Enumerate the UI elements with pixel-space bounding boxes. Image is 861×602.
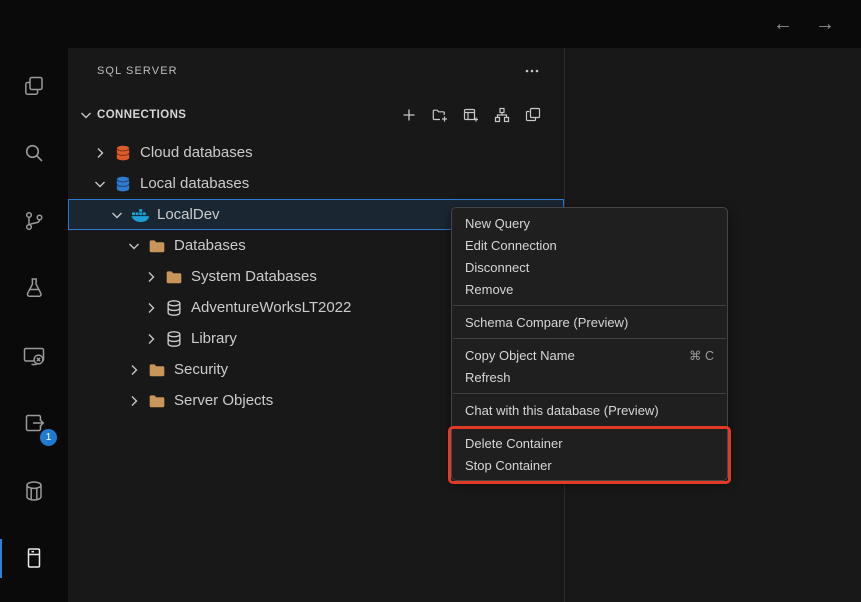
- menu-item-remove[interactable]: Remove: [452, 278, 727, 300]
- tree-item-label: Security: [174, 361, 228, 378]
- add-connection-button[interactable]: [398, 104, 420, 126]
- tree-item-label: Library: [191, 330, 237, 347]
- folder-icon: [148, 361, 166, 379]
- chevron-right-icon: [143, 269, 159, 285]
- activity-item-testing[interactable]: [0, 265, 68, 313]
- activity-item-explorer[interactable]: [0, 62, 68, 110]
- folder-icon: [148, 392, 166, 410]
- tree-item-label: Server Objects: [174, 392, 273, 409]
- chevron-right-icon: [126, 362, 142, 378]
- folder-icon: [165, 268, 183, 286]
- menu-item-shortcut: ⌘ C: [689, 348, 714, 363]
- copy-icon: [525, 107, 541, 123]
- database-icon: [165, 299, 183, 317]
- sidebar-title: SQL SERVER: [97, 65, 178, 77]
- cloud-db-icon: [114, 144, 132, 162]
- database-icon: [165, 330, 183, 348]
- connections-section-header[interactable]: CONNECTIONS: [68, 100, 564, 130]
- back-arrow-icon[interactable]: ←: [773, 14, 793, 34]
- forward-arrow-icon[interactable]: →: [815, 14, 835, 34]
- docker-icon: [131, 206, 149, 224]
- activity-bar: 1: [0, 48, 68, 602]
- menu-item-refresh[interactable]: Refresh: [452, 366, 727, 388]
- new-table-icon: [463, 107, 479, 123]
- vscode-window: { "window": { "titlebar": { "back_icon":…: [0, 0, 861, 602]
- more-actions-icon[interactable]: [522, 63, 542, 79]
- tree-item-cloud-databases[interactable]: Cloud databases: [68, 137, 564, 168]
- chevron-down-icon: [109, 207, 125, 223]
- chevron-right-icon: [126, 393, 142, 409]
- tree-item-label: LocalDev: [157, 206, 220, 223]
- tree-item-label: System Databases: [191, 268, 317, 285]
- chevron-down-icon: [126, 238, 142, 254]
- tree-item-local-databases[interactable]: Local databases: [68, 168, 564, 199]
- chevron-right-icon: [92, 145, 108, 161]
- menu-item-chat-with-this-database-preview[interactable]: Chat with this database (Preview): [452, 399, 727, 421]
- hierarchy-icon: [494, 107, 510, 123]
- duplicate-button[interactable]: [522, 104, 544, 126]
- monitor-error-icon: [22, 344, 46, 368]
- visualize-schema-button[interactable]: [491, 104, 513, 126]
- connections-toolbar: [398, 104, 544, 126]
- explorer-icon: [22, 74, 46, 98]
- tree-item-label: AdventureWorksLT2022: [191, 299, 351, 316]
- add-icon: [401, 107, 417, 123]
- menu-item-label: Edit Connection: [465, 238, 557, 253]
- menu-item-schema-compare-preview[interactable]: Schema Compare (Preview): [452, 311, 727, 333]
- menu-item-label: Disconnect: [465, 260, 529, 275]
- beaker-icon: [22, 276, 46, 300]
- source-control-icon: [22, 209, 46, 233]
- menu-item-edit-connection[interactable]: Edit Connection: [452, 234, 727, 256]
- menu-item-label: Delete Container: [465, 436, 563, 451]
- chevron-right-icon: [143, 300, 159, 316]
- menu-item-disconnect[interactable]: Disconnect: [452, 256, 727, 278]
- activity-item-remote-explorer[interactable]: 1: [0, 400, 68, 448]
- tree-item-label: Local databases: [140, 175, 249, 192]
- menu-separator: [453, 426, 726, 427]
- local-db-icon: [114, 175, 132, 193]
- activity-item-sql-server[interactable]: [0, 535, 68, 583]
- menu-item-label: Stop Container: [465, 458, 552, 473]
- menu-item-stop-container[interactable]: Stop Container: [452, 454, 727, 476]
- menu-item-label: Chat with this database (Preview): [465, 403, 659, 418]
- new-deployment-button[interactable]: [460, 104, 482, 126]
- notification-badge: 1: [40, 429, 57, 446]
- new-folder-icon: [432, 107, 448, 123]
- menu-item-copy-object-name[interactable]: Copy Object Name ⌘ C: [452, 344, 727, 366]
- menu-item-label: Schema Compare (Preview): [465, 315, 628, 330]
- menu-item-delete-container[interactable]: Delete Container: [452, 432, 727, 454]
- chevron-down-icon: [92, 176, 108, 192]
- chevron-right-icon: [143, 331, 159, 347]
- chevron-down-icon: [78, 107, 94, 123]
- search-icon: [22, 141, 46, 165]
- activity-item-source-control[interactable]: [0, 197, 68, 245]
- menu-separator: [453, 393, 726, 394]
- connections-section-label: CONNECTIONS: [97, 109, 186, 121]
- tree-item-label: Cloud databases: [140, 144, 253, 161]
- menu-item-label: Copy Object Name: [465, 348, 575, 363]
- activity-item-search[interactable]: [0, 130, 68, 178]
- new-connection-group-button[interactable]: [429, 104, 451, 126]
- sql-server-icon: [22, 546, 46, 570]
- activity-item-containers[interactable]: [0, 467, 68, 515]
- sidebar-header: SQL SERVER: [68, 48, 564, 94]
- title-bar: ← →: [0, 0, 861, 48]
- menu-separator: [453, 338, 726, 339]
- barrel-icon: [22, 479, 46, 503]
- folder-icon: [148, 237, 166, 255]
- tree-item-label: Databases: [174, 237, 246, 254]
- activity-item-remote-monitor[interactable]: [0, 332, 68, 380]
- menu-item-label: New Query: [465, 216, 530, 231]
- menu-separator: [453, 305, 726, 306]
- menu-item-label: Refresh: [465, 370, 511, 385]
- menu-item-label: Remove: [465, 282, 513, 297]
- context-menu: New Query Edit Connection Disconnect Remove…: [451, 207, 728, 481]
- menu-item-new-query[interactable]: New Query: [452, 212, 727, 234]
